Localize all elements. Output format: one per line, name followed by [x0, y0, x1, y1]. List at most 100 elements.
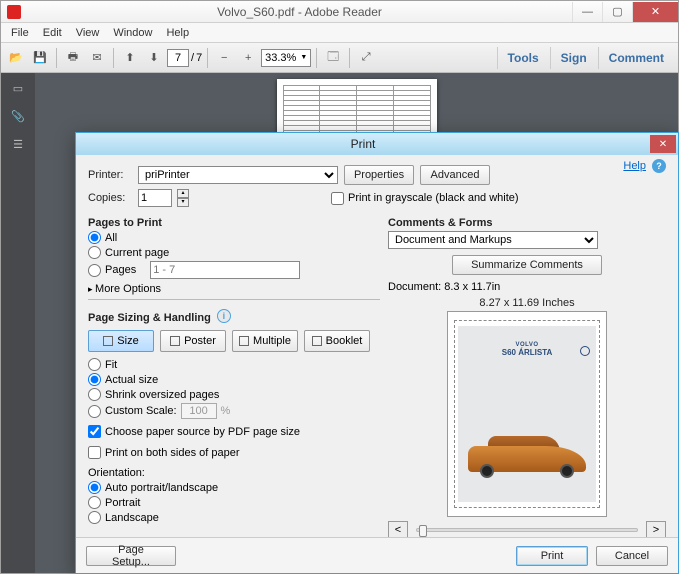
opt-all-radio[interactable] — [88, 231, 101, 244]
thumbnails-icon[interactable]: ▭ — [9, 79, 27, 97]
page-setup-button[interactable]: Page Setup... — [86, 546, 176, 566]
choose-paper-checkbox[interactable] — [88, 425, 101, 438]
copies-label: Copies: — [88, 192, 132, 204]
document-size: Document: 8.3 x 11.7in — [388, 281, 666, 293]
grayscale-checkbox-row[interactable]: Print in grayscale (black and white) — [331, 192, 519, 205]
preview-dimensions: 8.27 x 11.69 Inches — [388, 297, 666, 309]
opt-pages-radio[interactable] — [88, 264, 101, 277]
sign-tab[interactable]: Sign — [550, 47, 597, 69]
shrink-radio[interactable] — [88, 388, 101, 401]
properties-button[interactable]: Properties — [344, 165, 414, 185]
booklet-icon — [312, 336, 322, 346]
menu-window[interactable]: Window — [107, 25, 158, 41]
fit-row[interactable]: Fit — [88, 358, 380, 371]
bookmarks-icon[interactable]: ☰ — [9, 135, 27, 153]
menu-view[interactable]: View — [70, 25, 106, 41]
zoom-in-icon[interactable]: + — [237, 47, 259, 69]
car-illustration — [464, 428, 590, 482]
shrink-row[interactable]: Shrink oversized pages — [88, 388, 380, 401]
comments-forms-heading: Comments & Forms — [388, 217, 666, 229]
orient-auto-row[interactable]: Auto portrait/landscape — [88, 481, 380, 494]
tab-poster[interactable]: Poster — [160, 330, 226, 352]
zoom-level[interactable]: 33.3%▼ — [261, 49, 311, 67]
close-button[interactable]: ✕ — [632, 2, 678, 22]
toolbar: 📂 💾 🖶 ✉ ⬆ ⬇ / 7 − + 33.3%▼ 🗔 ⤢ Tools Sig… — [1, 43, 678, 73]
tab-size[interactable]: Size — [88, 330, 154, 352]
pages-to-print-heading: Pages to Print — [88, 217, 380, 229]
multiple-icon — [239, 336, 249, 346]
app-icon — [7, 5, 21, 19]
actual-size-row[interactable]: Actual size — [88, 373, 380, 386]
orient-landscape-radio[interactable] — [88, 511, 101, 524]
print-both-checkbox[interactable] — [88, 446, 101, 459]
print-button[interactable]: Print — [516, 546, 588, 566]
advanced-button[interactable]: Advanced — [420, 165, 490, 185]
tools-tab[interactable]: Tools — [497, 47, 549, 69]
tab-booklet[interactable]: Booklet — [304, 330, 370, 352]
page-sep: / — [191, 52, 194, 64]
custom-scale-radio[interactable] — [88, 405, 101, 418]
grayscale-label: Print in grayscale (black and white) — [348, 192, 519, 204]
comments-forms-select[interactable]: Document and Markups — [388, 231, 598, 249]
menu-help[interactable]: Help — [160, 25, 195, 41]
zoom-out-icon[interactable]: − — [213, 47, 235, 69]
print-dialog: Print ✕ Help ? Printer: priPrinter Prope… — [75, 132, 679, 574]
print-icon[interactable]: 🖶 — [62, 47, 84, 69]
menubar: File Edit View Window Help — [1, 23, 678, 43]
menu-file[interactable]: File — [5, 25, 35, 41]
tool-icon-2[interactable]: ⤢ — [355, 47, 377, 69]
help-link[interactable]: Help — [623, 160, 646, 172]
preview-brand2: S60 ÁRLISTA — [502, 348, 553, 357]
tool-icon-1[interactable]: 🗔 — [322, 47, 344, 69]
sizing-heading: Page Sizing & Handling — [88, 312, 211, 324]
custom-scale-row[interactable]: Custom Scale: % — [88, 403, 380, 419]
titlebar: Volvo_S60.pdf - Adobe Reader — ▢ ✕ — [1, 1, 678, 23]
opt-all-row[interactable]: All — [88, 231, 380, 244]
page-up-icon[interactable]: ⬆ — [119, 47, 141, 69]
maximize-button[interactable]: ▢ — [602, 2, 632, 22]
fit-radio[interactable] — [88, 358, 101, 371]
grayscale-checkbox[interactable] — [331, 192, 344, 205]
orient-portrait-radio[interactable] — [88, 496, 101, 509]
print-preview: VOLVO S60 ÁRLISTA — [447, 311, 607, 517]
help-icon[interactable]: ? — [652, 159, 666, 173]
orient-landscape-row[interactable]: Landscape — [88, 511, 380, 524]
choose-paper-row[interactable]: Choose paper source by PDF page size — [88, 425, 380, 438]
opt-current-radio[interactable] — [88, 246, 101, 259]
attachments-icon[interactable]: 📎 — [9, 107, 27, 125]
orient-auto-radio[interactable] — [88, 481, 101, 494]
summarize-comments-button[interactable]: Summarize Comments — [452, 255, 602, 275]
orient-portrait-row[interactable]: Portrait — [88, 496, 380, 509]
page-down-icon[interactable]: ⬇ — [143, 47, 165, 69]
open-icon[interactable]: 📂 — [5, 47, 27, 69]
more-options-toggle[interactable]: More Options — [88, 283, 380, 295]
opt-current-row[interactable]: Current page — [88, 246, 380, 259]
dialog-close-button[interactable]: ✕ — [650, 135, 676, 153]
printer-label: Printer: — [88, 169, 132, 181]
window-title: Volvo_S60.pdf - Adobe Reader — [27, 5, 572, 19]
cancel-button[interactable]: Cancel — [596, 546, 668, 566]
custom-scale-input — [181, 403, 217, 419]
email-icon[interactable]: ✉ — [86, 47, 108, 69]
sizing-help-icon[interactable]: i — [217, 309, 231, 323]
size-icon — [103, 336, 113, 346]
printer-select[interactable]: priPrinter — [138, 166, 338, 184]
orientation-label: Orientation: — [88, 467, 380, 479]
page-number-input[interactable] — [167, 49, 189, 67]
minimize-button[interactable]: — — [572, 2, 602, 22]
pages-range-input[interactable] — [150, 261, 300, 279]
actual-size-radio[interactable] — [88, 373, 101, 386]
nav-sidebar: ▭ 📎 ☰ — [1, 73, 35, 573]
page-total: 7 — [196, 52, 202, 64]
save-icon[interactable]: 💾 — [29, 47, 51, 69]
copies-spinner[interactable]: ▴▾ — [177, 189, 189, 207]
tab-multiple[interactable]: Multiple — [232, 330, 298, 352]
poster-icon — [170, 336, 180, 346]
copies-input[interactable] — [138, 189, 172, 207]
dialog-title: Print — [76, 137, 650, 151]
comment-tab[interactable]: Comment — [598, 47, 674, 69]
menu-edit[interactable]: Edit — [37, 25, 68, 41]
opt-pages-row[interactable]: Pages — [88, 261, 380, 279]
print-both-row[interactable]: Print on both sides of paper — [88, 446, 380, 459]
preview-slider[interactable] — [416, 528, 638, 532]
